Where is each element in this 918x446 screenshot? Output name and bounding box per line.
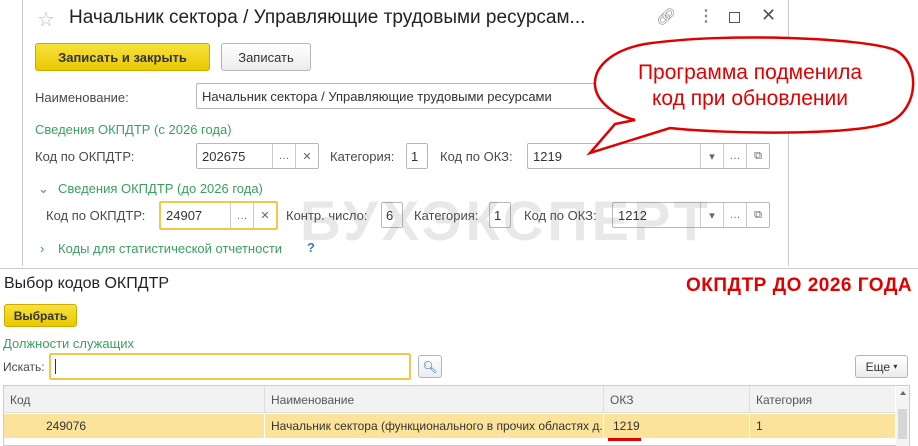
search-icon: 🔍︎ <box>422 359 438 374</box>
clear-icon[interactable]: ✕ <box>295 144 318 168</box>
cell-code[interactable]: 249076 <box>4 414 264 438</box>
new-okpdtr-section: Сведения ОКПДТР (с 2026 года) <box>35 122 232 137</box>
select-button[interactable]: … <box>230 203 253 228</box>
old-code-input[interactable]: 24907 … ✕ <box>159 201 278 230</box>
select-button[interactable]: … <box>272 144 295 168</box>
close-icon[interactable]: ✕ <box>761 5 776 26</box>
annotation-heading: ОКПДТР ДО 2026 ГОДА <box>686 275 913 296</box>
callout-line-1: Программа подменила <box>637 61 863 84</box>
old-okz-value: 1212 <box>618 207 647 223</box>
select-button[interactable]: Выбрать <box>4 304 77 327</box>
control-number-input[interactable]: 6 <box>381 202 403 228</box>
control-number-value: 6 <box>386 207 394 223</box>
new-code-value: 202675 <box>202 148 246 164</box>
callout-text: Программа подменила код при обновлении <box>600 60 900 112</box>
new-category-label: Категория: <box>330 149 395 164</box>
old-okpdtr-section[interactable]: Сведения ОКПДТР (до 2026 года) <box>58 181 263 196</box>
search-button[interactable]: 🔍︎ <box>418 355 442 378</box>
column-header-name[interactable]: Наименование <box>264 386 603 413</box>
old-okz-input[interactable]: 1212 ▾… ⧉ <box>612 202 770 228</box>
cell-category[interactable]: 1 <box>749 414 895 438</box>
clear-icon[interactable]: ✕ <box>253 203 276 228</box>
panel-title: Выбор кодов ОКПДТР <box>4 275 170 292</box>
old-category-label: Категория: <box>414 208 479 223</box>
callout-line-2: код при обновлении <box>652 87 848 110</box>
group-label: Должности служащих <box>3 336 135 351</box>
new-category-input[interactable]: 1 <box>406 143 428 169</box>
scrollbar-thumb[interactable] <box>898 409 907 439</box>
save-and-close-button[interactable]: Записать и закрыть <box>35 43 210 71</box>
old-code-value: 24907 <box>166 208 203 223</box>
dropdown-icon[interactable]: ▾ <box>700 203 723 227</box>
name-label: Наименование: <box>35 90 129 105</box>
new-okz-label: Код по ОКЗ: <box>440 149 513 164</box>
new-code-input[interactable]: 202675 … ✕ <box>196 143 319 169</box>
open-icon[interactable]: ⧉ <box>746 203 769 227</box>
column-header-category[interactable]: Категория <box>749 386 895 413</box>
select-button[interactable]: … <box>723 203 746 227</box>
cell-okz[interactable]: 1219 <box>603 414 749 438</box>
old-category-input[interactable]: 1 <box>489 202 511 228</box>
link-icon[interactable]: 🔗︎ <box>656 7 676 27</box>
scroll-up-icon[interactable] <box>899 391 906 395</box>
old-category-value: 1 <box>494 207 502 223</box>
new-category-value: 1 <box>411 148 419 164</box>
old-okz-label: Код по ОКЗ: <box>524 208 597 223</box>
help-icon[interactable]: ? <box>307 240 315 255</box>
stat-codes-section[interactable]: Коды для статистической отчетности <box>58 241 282 256</box>
column-header-code[interactable]: Код <box>4 386 264 413</box>
cell-name[interactable]: Начальник сектора (функционального в про… <box>264 414 603 438</box>
okpdtr-selection-panel: Выбор кодов ОКПДТР ОКПДТР ДО 2026 ГОДА В… <box>0 268 918 446</box>
search-input[interactable] <box>49 353 411 380</box>
more-menu-icon[interactable]: ⋮ <box>698 6 714 26</box>
stat-section-chevron-icon[interactable]: › <box>40 241 44 256</box>
red-underline <box>608 438 641 441</box>
save-button[interactable]: Записать <box>221 43 311 71</box>
star-icon[interactable]: ☆ <box>37 7 55 32</box>
more-label: Еще <box>865 359 891 374</box>
old-section-chevron-icon[interactable]: ⌄ <box>38 181 49 197</box>
maximize-icon[interactable] <box>729 12 740 23</box>
table-scrollbar[interactable] <box>896 387 909 446</box>
text-cursor <box>55 359 56 374</box>
old-code-label: Код по ОКПДТР: <box>46 208 146 223</box>
control-number-label: Контр. число: <box>286 208 368 223</box>
window-title: Начальник сектора / Управляющие трудовым… <box>69 7 586 28</box>
name-value: Начальник сектора / Управляющие трудовым… <box>202 88 552 104</box>
column-header-okz[interactable]: ОКЗ <box>603 386 749 413</box>
name-input[interactable]: Начальник сектора / Управляющие трудовым… <box>196 83 616 109</box>
more-button[interactable]: Еще ▾ <box>855 355 908 378</box>
new-code-label: Код по ОКПДТР: <box>35 149 135 164</box>
search-label: Искать: <box>3 360 45 374</box>
dropdown-icon: ▾ <box>893 362 898 371</box>
